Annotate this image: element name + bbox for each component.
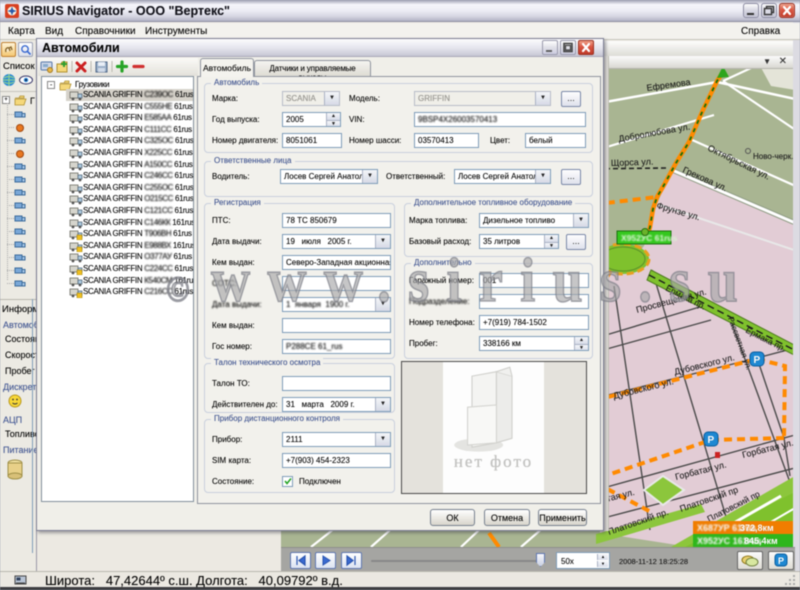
svg-text:Ново-черк.: Ново-черк.: [753, 152, 793, 161]
svg-text:372,8км: 372,8км: [740, 523, 774, 533]
svg-text:P: P: [754, 355, 761, 366]
svg-text:Х952УС 61rus: Х952УС 61rus: [621, 233, 678, 243]
svg-text:P: P: [778, 556, 784, 566]
svg-text:Щорса ул.: Щорса ул.: [611, 157, 654, 168]
svg-text:P: P: [708, 435, 715, 446]
svg-text:845,4км: 845,4км: [744, 536, 778, 546]
